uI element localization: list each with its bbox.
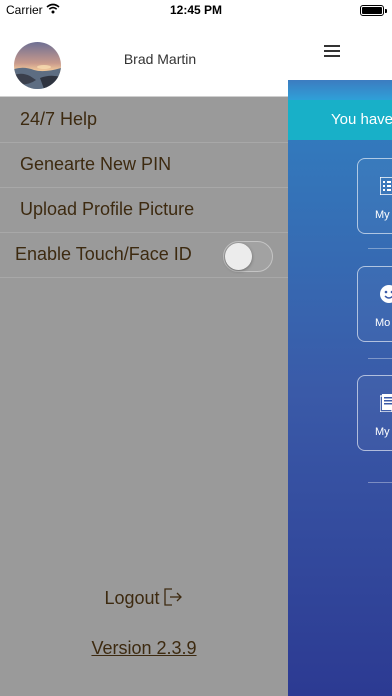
tile-separator xyxy=(368,482,392,483)
tile-separator xyxy=(368,358,392,359)
tile-separator xyxy=(368,248,392,249)
tile-label: My xyxy=(375,209,390,221)
drawer-menu: 24/7 Help Genearte New PIN Upload Profil… xyxy=(0,98,288,278)
toggle-knob xyxy=(225,243,252,270)
tile-label: My C xyxy=(375,426,392,438)
logout-button[interactable]: Logout xyxy=(0,588,288,611)
menu-item-touch-face-id: Enable Touch/Face ID xyxy=(0,233,288,278)
logout-label: Logout xyxy=(104,588,160,608)
document-icon xyxy=(379,394,392,417)
menu-item-label: Upload Profile Picture xyxy=(20,199,195,219)
tile-my-c[interactable]: My C xyxy=(357,375,392,451)
clock: 12:45 PM xyxy=(169,3,223,17)
tile-my[interactable]: My xyxy=(357,158,392,234)
grid-icon xyxy=(379,176,392,200)
version-link[interactable]: Version 2.3.9 xyxy=(0,638,288,659)
main-content: You have My Mo My C xyxy=(288,20,392,696)
notification-banner[interactable]: You have xyxy=(288,100,392,140)
hamburger-menu-icon[interactable] xyxy=(324,45,340,57)
user-name: Brad Martin xyxy=(123,51,197,67)
menu-item-help[interactable]: 24/7 Help xyxy=(0,98,288,143)
menu-item-generate-pin[interactable]: Genearte New PIN xyxy=(0,143,288,188)
menu-item-label: Enable Touch/Face ID xyxy=(15,244,192,264)
status-bar: Carrier 12:45 PM xyxy=(0,0,392,20)
header-divider xyxy=(288,80,392,100)
main-header xyxy=(288,20,392,80)
side-drawer: Brad Martin 24/7 Help Genearte New PIN U… xyxy=(0,20,288,696)
logout-icon xyxy=(163,588,184,611)
banner-text: You have xyxy=(331,111,392,128)
tile-label: Mo xyxy=(375,317,391,329)
menu-item-upload-picture[interactable]: Upload Profile Picture xyxy=(0,188,288,233)
smiley-icon xyxy=(380,285,392,308)
menu-item-label: 24/7 Help xyxy=(20,109,98,129)
tile-mo[interactable]: Mo xyxy=(357,266,392,342)
menu-item-label: Genearte New PIN xyxy=(20,154,172,174)
battery-icon xyxy=(360,5,387,16)
drawer-header: Brad Martin xyxy=(0,20,288,97)
touch-face-id-toggle[interactable] xyxy=(223,241,273,272)
avatar[interactable] xyxy=(14,42,61,89)
